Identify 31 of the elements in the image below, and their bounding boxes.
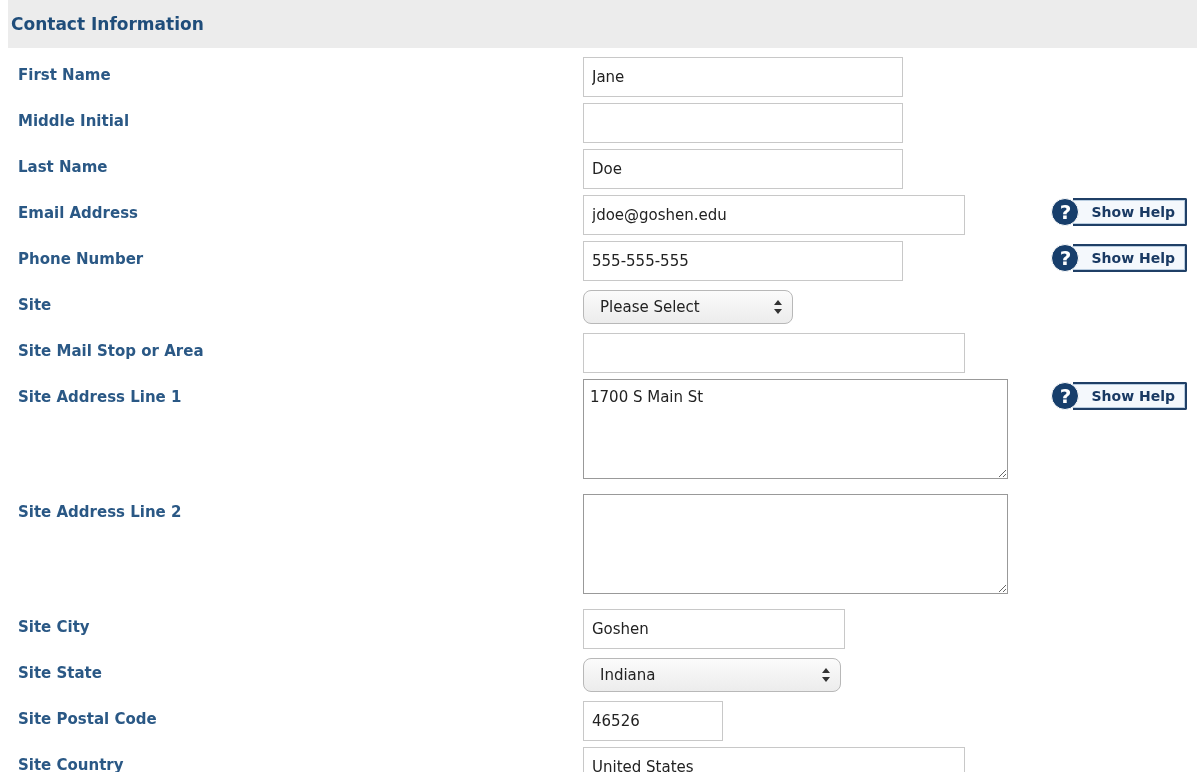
field-label: Last Name (18, 157, 109, 176)
help-icon: ? (1051, 382, 1080, 410)
field-label: Site (18, 295, 53, 314)
field-label: Email Address (18, 203, 139, 222)
field-label: First Name (18, 65, 112, 84)
text-field[interactable]: Doe (583, 149, 903, 189)
field-label: Middle Initial (18, 111, 131, 130)
text-field[interactable] (583, 103, 903, 143)
text-area[interactable]: 1700 S Main St (583, 379, 1008, 479)
help-icon: ? (1051, 198, 1080, 226)
text-field[interactable]: jdoe@goshen.edu (583, 195, 965, 235)
text-field[interactable] (583, 333, 965, 373)
updown-icon (822, 668, 830, 682)
field-label: Site State (18, 663, 103, 682)
select-field[interactable]: Indiana (583, 658, 841, 692)
field-label: Site Address Line 2 (18, 502, 183, 521)
field-label: Phone Number (18, 249, 145, 268)
help-icon: ? (1051, 244, 1080, 272)
field-label: Site Address Line 1 (18, 387, 183, 406)
text-field[interactable]: 46526 (583, 701, 723, 741)
field-label: Site City (18, 617, 91, 636)
updown-icon (774, 300, 782, 314)
section-title: Contact Information (11, 14, 204, 34)
field-label: Site Postal Code (18, 709, 158, 728)
text-field[interactable]: 555-555-555 (583, 241, 903, 281)
select-field[interactable]: Please Select (583, 290, 793, 324)
text-field[interactable]: United States (583, 747, 965, 772)
text-field[interactable]: Goshen (583, 609, 845, 649)
field-label: Site Mail Stop or Area (18, 341, 205, 360)
text-field[interactable]: Jane (583, 57, 903, 97)
text-area[interactable] (583, 494, 1008, 594)
